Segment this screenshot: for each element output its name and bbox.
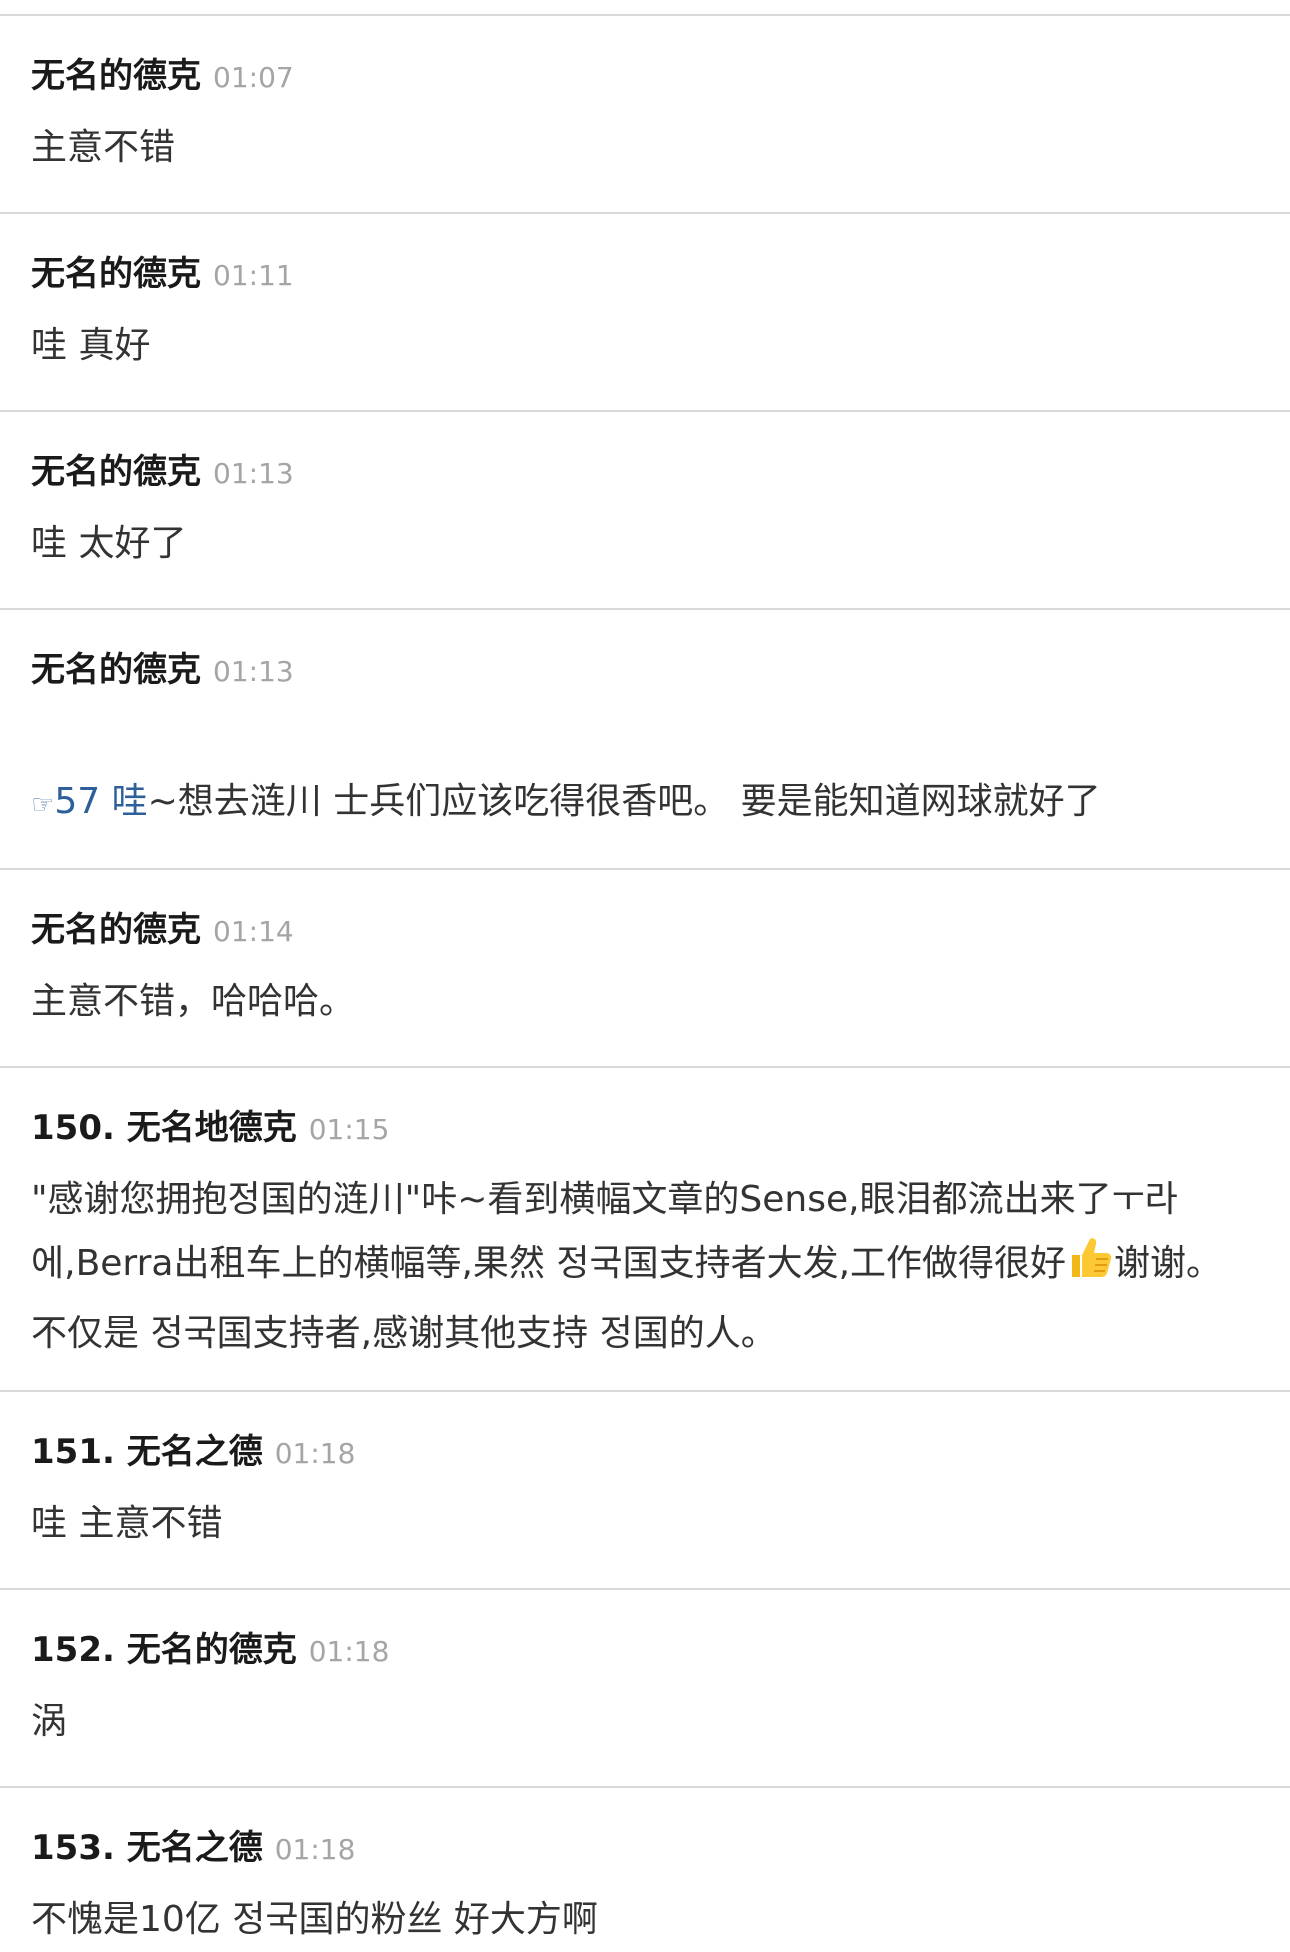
comment-author[interactable]: 151. 无名之德 bbox=[31, 1432, 263, 1472]
comment-text: 主意不错，哈哈哈。 bbox=[31, 981, 356, 1022]
comment-header: 无名的德克 01:13 bbox=[31, 452, 294, 498]
comment-time: 01:18 bbox=[274, 1437, 356, 1470]
comment-item: 无名的德克 01:11 哇 真好 bbox=[0, 214, 1290, 412]
comment-author[interactable]: 无名的德克 bbox=[31, 452, 201, 492]
comment-text-line: 에,Berra出租车上的横幅等,果然 정국国支持者大发,工作做得很好 谢谢。 bbox=[31, 1232, 1259, 1302]
comment-time: 01:11 bbox=[213, 259, 294, 292]
comment-author[interactable]: 150. 无名地德克 bbox=[31, 1108, 297, 1148]
comment-time: 01:15 bbox=[308, 1113, 390, 1146]
comment-text-segment: 谢谢。 bbox=[1114, 1243, 1223, 1284]
comment-header: 150. 无名地德克 01:15 bbox=[31, 1108, 389, 1154]
comment-text-line: "感谢您拥抱정国的涟川"咔~看到横幅文章的Sense,眼泪都流出来了ㅜ라 bbox=[31, 1179, 1178, 1220]
comment-item: 152. 无名的德克 01:18 涡 bbox=[0, 1590, 1290, 1788]
comment-time: 01:07 bbox=[213, 61, 294, 94]
thumbs-up-icon bbox=[1066, 1233, 1114, 1302]
comment-item: 151. 无名之德 01:18 哇 主意不错 bbox=[0, 1392, 1290, 1590]
comment-header: 151. 无名之德 01:18 bbox=[31, 1432, 355, 1478]
comment-item: 无名的德克 01:13 ☞57 哇~想去涟川 士兵们应该吃得很香吧。 要是能知道网… bbox=[0, 610, 1290, 870]
comment-header: 无名的德克 01:13 bbox=[31, 650, 294, 696]
comment-item: 无名的德克 01:07 主意不错 bbox=[0, 16, 1290, 214]
comment-time: 01:14 bbox=[213, 915, 294, 948]
comment-author[interactable]: 无名的德克 bbox=[31, 910, 201, 950]
comment-item: 150. 无名地德克 01:15 "感谢您拥抱정国的涟川"咔~看到横幅文章的Sen… bbox=[0, 1068, 1290, 1392]
comment-item: 无名的德克 01:14 主意不错，哈哈哈。 bbox=[0, 870, 1290, 1068]
comment-author[interactable]: 无名的德克 bbox=[31, 254, 201, 294]
comment-item: 153. 无名之德 01:18 不愧是10亿 정국国的粉丝 好大方啊 bbox=[0, 1788, 1290, 1940]
reply-body: ~想去涟川 士兵们应该吃得很香吧。 要是能知道网球就好了 bbox=[147, 781, 1101, 822]
reply-accent-text: 哇 bbox=[111, 781, 148, 822]
comment-author[interactable]: 无名的德克 bbox=[31, 650, 201, 690]
reply-reference-link[interactable]: ☞57 哇 bbox=[31, 781, 148, 822]
comment-text: 不愧是10亿 정국国的粉丝 好大方啊 bbox=[31, 1899, 598, 1940]
comment-header: 152. 无名的德克 01:18 bbox=[31, 1630, 389, 1676]
comment-text-line: 不仅是 정국国支持者,感谢其他支持 정国的人。 bbox=[31, 1313, 777, 1354]
comment-author[interactable]: 153. 无名之德 bbox=[31, 1828, 263, 1868]
comment-text-segment: 에,Berra出租车上的横幅等,果然 정국国支持者大发,工作做得很好 bbox=[31, 1243, 1067, 1284]
comment-text: 哇 太好了 bbox=[31, 523, 187, 564]
comment-header: 无名的德克 01:11 bbox=[31, 254, 294, 300]
pointing-hand-icon: ☞ bbox=[31, 790, 55, 820]
comment-text: 主意不错 bbox=[31, 127, 176, 168]
comment-author[interactable]: 无名的德克 bbox=[31, 56, 201, 96]
comment-text: ☞57 哇~想去涟川 士兵们应该吃得很香吧。 要是能知道网球就好了 bbox=[31, 770, 1259, 837]
comment-header: 无名的德克 01:14 bbox=[31, 910, 294, 956]
comment-time: 01:18 bbox=[274, 1833, 356, 1866]
comment-time: 01:13 bbox=[213, 655, 294, 688]
comment-text: 涡 bbox=[31, 1701, 68, 1742]
comment-header: 153. 无名之德 01:18 bbox=[31, 1828, 355, 1874]
comment-text: "感谢您拥抱정国的涟川"咔~看到横幅文章的Sense,眼泪都流出来了ㅜ라 에,B… bbox=[31, 1168, 1259, 1366]
comment-time: 01:13 bbox=[213, 457, 294, 490]
comment-text: 哇 真好 bbox=[31, 325, 151, 366]
comment-text: 哇 主意不错 bbox=[31, 1503, 223, 1544]
comment-item: 无名的德克 01:13 哇 太好了 bbox=[0, 412, 1290, 610]
comment-author[interactable]: 152. 无名的德克 bbox=[31, 1630, 297, 1670]
reply-number: 57 bbox=[54, 781, 101, 822]
comment-time: 01:18 bbox=[308, 1635, 390, 1668]
comment-header: 无名的德克 01:07 bbox=[31, 56, 294, 102]
